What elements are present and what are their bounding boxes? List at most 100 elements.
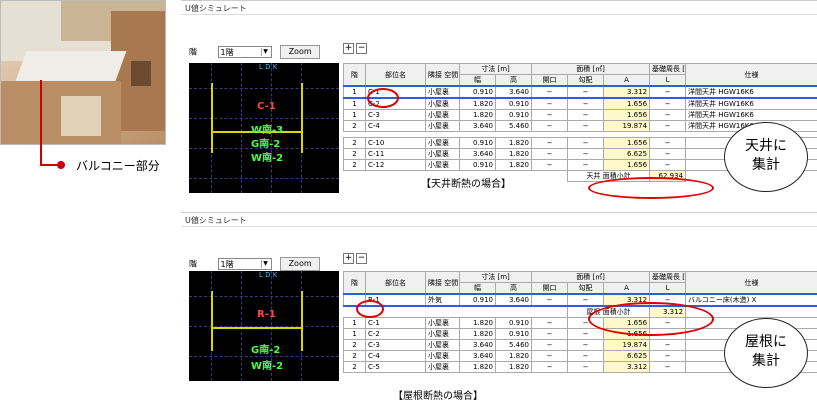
col-header-adjacent: 隣接 空間 — [425, 271, 460, 295]
plan-wall-label: W南-2 — [251, 361, 284, 372]
table-cell: 0.910 — [494, 109, 533, 121]
table-cell: 小屋裏 — [425, 159, 460, 171]
col-header-slope: 勾配 — [567, 282, 605, 295]
col-header-slope: 勾配 — [567, 74, 605, 87]
table-cell: 洋間天井 HGW16K6 — [685, 85, 817, 99]
window-title: U値シミュレート — [181, 213, 817, 227]
zoom-button[interactable]: Zoom — [280, 45, 321, 59]
table-cell: 1.656 — [603, 137, 651, 149]
plan-wall-label: G南-2 — [251, 139, 281, 150]
table-cell: − — [531, 148, 569, 160]
table-cell: 2 — [343, 339, 366, 351]
table-cell: 0.910 — [459, 85, 496, 99]
table-cell: 1 — [343, 328, 366, 340]
highlight-ellipse — [367, 88, 399, 108]
table-cell: 3.640 — [494, 85, 533, 99]
highlight-ellipse — [356, 300, 384, 318]
table-cell: 小屋裏 — [425, 148, 460, 160]
col-header-height: 高 — [494, 282, 533, 295]
table-cell: 3.312 — [603, 85, 651, 99]
table-cell: 1.820 — [494, 350, 533, 362]
table-cell: 0.910 — [494, 317, 533, 329]
table-cell: 小屋裏 — [425, 361, 460, 373]
table-cell: 洋間天井 HGW16K6 — [685, 109, 817, 121]
table-cell: 3.640 — [459, 120, 496, 132]
col-header-width: 幅 — [459, 74, 496, 87]
room-label: L D K — [259, 63, 278, 71]
table-cell: C-11 — [365, 148, 426, 160]
table-cell: 小屋裏 — [425, 137, 460, 149]
col-header-opening: 開口 — [531, 282, 569, 295]
collapse-button[interactable]: − — [356, 253, 367, 264]
plan-wall-label: W南-2 — [251, 153, 284, 164]
table-cell: 1.820 — [459, 361, 496, 373]
floor-select[interactable]: 1階 ▼ — [217, 258, 272, 270]
table-cell: C-4 — [365, 350, 426, 362]
col-header-a: A — [603, 74, 651, 87]
table-cell: 0.910 — [494, 97, 533, 110]
caption: 【屋根断熱の場合】 — [393, 391, 483, 402]
note-bubble: 屋根に 集計 — [724, 318, 808, 388]
col-header-floor: 階 — [343, 271, 366, 295]
table-cell: 1 — [343, 317, 366, 329]
table-cell: − — [649, 109, 687, 121]
table-cell: 6.625 — [603, 148, 651, 160]
table-cell: 1.820 — [459, 328, 496, 340]
table-cell: 0.910 — [459, 159, 496, 171]
table-cell: − — [567, 109, 605, 121]
col-header-l: L — [649, 74, 687, 87]
table-cell: C-2 — [365, 328, 426, 340]
col-header-floor: 階 — [343, 63, 366, 87]
table-cell: − — [567, 85, 605, 99]
callout-leader-line — [40, 80, 42, 166]
plan-part-label: C-1 — [257, 101, 276, 112]
collapse-button[interactable]: − — [356, 43, 367, 54]
col-header-perimeter: 基礎周長 [m] — [649, 271, 687, 283]
table-row[interactable]: R-1 外気 0.910 3.640 − − 3.312 − バルコニー床(木造… — [343, 293, 817, 307]
table-cell: 小屋裏 — [425, 97, 460, 110]
table-cell: − — [531, 97, 569, 110]
col-header-spec: 仕様 — [685, 63, 817, 87]
chevron-down-icon: ▼ — [260, 48, 270, 56]
table-cell: 小屋裏 — [425, 339, 460, 351]
table-cell: 小屋裏 — [425, 120, 460, 132]
col-header-dims: 寸法 [m] — [458, 271, 533, 283]
col-header-part: 部位名 — [365, 63, 426, 87]
table-cell: − — [567, 350, 605, 362]
expand-button[interactable]: + — [343, 43, 354, 54]
table-cell: 2 — [343, 120, 366, 132]
col-header-l: L — [649, 282, 687, 295]
floor-plan-view[interactable]: L D K C-1 W南-3 G南-2 W南-2 — [189, 63, 339, 193]
zoom-button[interactable]: Zoom — [280, 257, 321, 271]
floor-label: 階 — [189, 47, 197, 57]
col-header-height: 高 — [494, 74, 533, 87]
table-cell: − — [567, 120, 605, 132]
floor-select[interactable]: 1階 ▼ — [217, 46, 272, 58]
table-cell: 3.640 — [459, 339, 496, 351]
table-cell: 3.312 — [603, 361, 651, 373]
table-cell: − — [531, 339, 569, 351]
table-row[interactable]: 1 C-1 小屋裏 0.910 3.640− −3.312− 洋間天井 HGW16K6 — [343, 85, 817, 99]
table-cell: 1 — [343, 109, 366, 121]
expand-button[interactable]: + — [343, 253, 354, 264]
table-cell: 1.820 — [494, 361, 533, 373]
table-cell: 5.460 — [494, 120, 533, 132]
table-cell: 小屋裏 — [425, 317, 460, 329]
col-header-spec: 仕様 — [685, 271, 817, 295]
callout-dot — [57, 161, 65, 169]
plan-wall-label: G南-2 — [251, 345, 281, 356]
balcony-render-image — [0, 0, 166, 145]
table-row[interactable]: 1 C-3 小屋裏 1.820 0.910− −1.656− 洋間天井 HGW16K6 — [343, 109, 817, 121]
col-header-opening: 開口 — [531, 74, 569, 87]
floor-plan-view[interactable]: L D K R-1 G南-2 W南-2 — [189, 271, 339, 381]
col-header-area: 面積 [㎡] — [531, 63, 651, 75]
plan-wall-label: W南-3 — [251, 125, 284, 136]
table-cell: − — [567, 159, 605, 171]
table-row[interactable]: 1 C-2 小屋裏 1.820 0.910− −1.656− 洋間天井 HGW16K6 — [343, 97, 817, 110]
table-cell: C-12 — [365, 159, 426, 171]
table-cell: 6.625 — [603, 350, 651, 362]
table-cell: 3.640 — [459, 350, 496, 362]
table-cell: − — [649, 137, 687, 149]
table-cell: 1.820 — [459, 97, 496, 110]
highlight-ellipse — [588, 177, 714, 199]
